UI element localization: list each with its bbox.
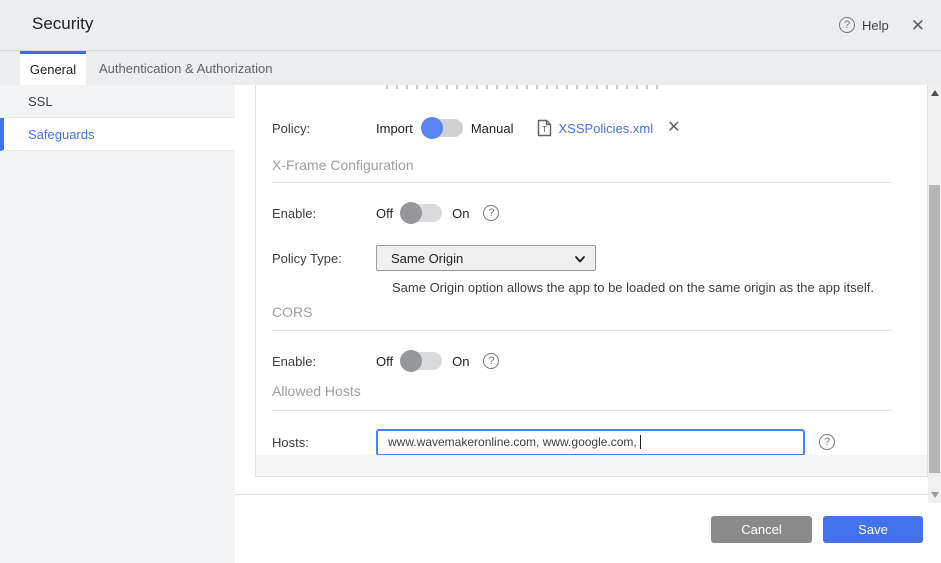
tab-general[interactable]: General (20, 51, 86, 85)
close-icon[interactable]: ✕ (911, 17, 925, 34)
cancel-button[interactable]: Cancel (711, 516, 812, 543)
xframe-enable-toggle[interactable] (400, 202, 443, 224)
policy-import-manual-toggle[interactable] (420, 117, 463, 139)
toggle-knob (420, 117, 443, 139)
hosts-row: Hosts: www.wavemakeronline.com, www.goog… (272, 425, 911, 459)
save-button[interactable]: Save (823, 516, 923, 543)
policy-row: Policy: Import Manual T XSSPolicies.xml … (272, 111, 911, 145)
dialog-header: Security ? Help ✕ (0, 0, 941, 51)
policy-import-label: Import (376, 120, 413, 136)
clipped-text-row (386, 85, 661, 89)
xframe-on-label: On (452, 205, 470, 221)
section-divider (272, 330, 892, 331)
cors-off-label: Off (376, 353, 394, 369)
safeguards-form-panel: Policy: Import Manual T XSSPolicies.xml … (255, 85, 928, 477)
footer-divider (235, 494, 928, 495)
cors-on-label: On (452, 353, 470, 369)
allowed-hosts-section-heading: Allowed Hosts (272, 383, 361, 399)
main-content: Policy: Import Manual T XSSPolicies.xml … (235, 85, 941, 563)
section-divider (272, 410, 892, 411)
toggle-knob (400, 202, 423, 224)
sidebar-item-ssl[interactable]: SSL (0, 85, 235, 118)
panel-bottom-strip (256, 455, 927, 476)
hosts-input-value: www.wavemakeronline.com, www.google.com, (388, 435, 637, 449)
xss-policy-file-link[interactable]: XSSPolicies.xml (558, 121, 653, 136)
policy-type-row: Policy Type: Same Origin (272, 240, 911, 276)
help-link[interactable]: Help (862, 18, 889, 33)
policy-manual-label: Manual (470, 120, 514, 136)
policy-type-description: Same Origin option allows the app to be … (392, 280, 875, 295)
cors-help-icon[interactable]: ? (483, 353, 500, 369)
chevron-down-icon (575, 256, 585, 263)
hosts-input[interactable]: www.wavemakeronline.com, www.google.com, (376, 428, 805, 456)
cors-enable-row: Enable: Off On ? (272, 344, 911, 378)
xframe-off-label: Off (376, 205, 394, 221)
tab-bar: General Authentication & Authorization (0, 51, 941, 85)
xframe-section-heading: X-Frame Configuration (272, 157, 414, 173)
policy-type-select[interactable]: Same Origin (376, 245, 596, 271)
policy-label: Policy: (272, 120, 311, 136)
header-actions: ? Help ✕ (839, 0, 925, 50)
scroll-up-arrow-icon[interactable] (930, 90, 939, 96)
svg-text:T: T (542, 124, 547, 134)
xframe-enable-row: Enable: Off On ? (272, 196, 911, 230)
xframe-enable-label: Enable: (272, 205, 317, 221)
hosts-help-icon[interactable]: ? (819, 434, 835, 450)
sidebar-item-safeguards[interactable]: Safeguards (0, 118, 235, 151)
xframe-help-icon[interactable]: ? (483, 205, 500, 221)
xml-file-icon: T (538, 119, 552, 137)
cors-enable-toggle[interactable] (400, 350, 443, 372)
text-caret (639, 435, 641, 449)
cors-enable-label: Enable: (272, 353, 317, 369)
help-icon[interactable]: ? (839, 17, 855, 33)
sidebar: SSL Safeguards (0, 85, 235, 563)
remove-file-icon[interactable]: ✕ (667, 120, 680, 136)
policy-type-value: Same Origin (391, 250, 464, 266)
scrollbar-thumb[interactable] (929, 185, 940, 473)
cors-section-heading: CORS (272, 304, 313, 320)
security-dialog: Security ? Help ✕ General Authentication… (0, 0, 941, 563)
hosts-label: Hosts: (272, 434, 309, 450)
xss-policy-file-chip: T XSSPolicies.xml ✕ (537, 119, 681, 137)
tab-authentication-authorization[interactable]: Authentication & Authorization (86, 51, 285, 85)
section-divider (272, 182, 892, 183)
policy-type-label: Policy Type: (272, 250, 342, 266)
scroll-down-arrow-icon[interactable] (930, 492, 939, 498)
vertical-scrollbar (928, 85, 941, 503)
toggle-knob (400, 350, 423, 372)
page-title: Security (32, 14, 94, 33)
